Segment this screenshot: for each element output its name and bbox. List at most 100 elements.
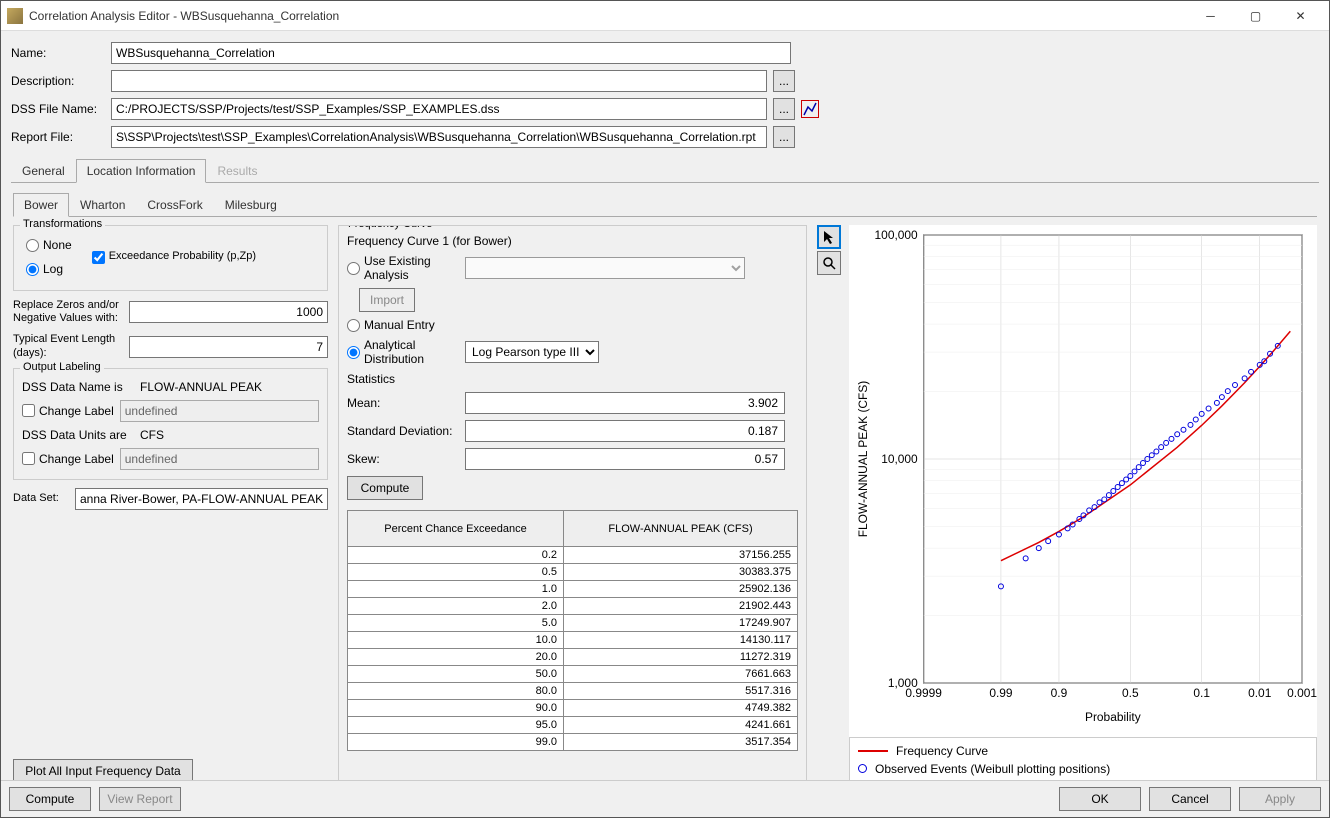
skew-label: Skew: [347, 452, 457, 466]
tab-milesburg[interactable]: Milesburg [214, 193, 288, 216]
col-pce: Percent Chance Exceedance [348, 511, 564, 547]
table-row[interactable]: 50.07661.663 [348, 666, 798, 683]
table-row[interactable]: 1.025902.136 [348, 581, 798, 598]
pointer-tool-button[interactable] [817, 225, 841, 249]
transformations-group: Transformations None Log Exceedance Prob… [13, 225, 328, 291]
radio-log[interactable]: Log [26, 262, 72, 276]
frequency-curve-group: Frequency Curve Frequency Curve 1 (for B… [338, 225, 807, 780]
maximize-button[interactable]: ▢ [1233, 2, 1278, 30]
compute-button[interactable]: Compute [9, 787, 91, 811]
data-set-label: Data Set: [13, 492, 69, 505]
mean-input[interactable] [465, 392, 785, 414]
change-label-name-input [120, 400, 319, 422]
std-label: Standard Deviation: [347, 424, 457, 438]
svg-text:100,000: 100,000 [875, 228, 919, 242]
report-browse-button[interactable]: ... [773, 126, 795, 148]
svg-text:Probability: Probability [1085, 710, 1141, 724]
check-exceedance[interactable]: Exceedance Probability (p,Zp) [92, 250, 256, 263]
change-label-units-check[interactable]: Change Label [22, 452, 114, 466]
freq-curve-subtitle: Frequency Curve 1 (for Bower) [347, 234, 798, 248]
dss-data-units-label: DSS Data Units are [22, 428, 134, 442]
statistics-label: Statistics [347, 372, 798, 386]
name-input[interactable] [111, 42, 791, 64]
bottom-bar: Compute View Report OK Cancel Apply [1, 780, 1329, 817]
import-button: Import [359, 288, 415, 312]
svg-text:10,000: 10,000 [881, 452, 918, 466]
existing-analysis-select [465, 257, 745, 279]
cancel-button[interactable]: Cancel [1149, 787, 1231, 811]
radio-analytical[interactable]: Analytical Distribution [347, 338, 457, 366]
typical-event-label: Typical Event Length (days): [13, 333, 123, 359]
output-labeling-group: Output Labeling DSS Data Name is FLOW-AN… [13, 368, 328, 480]
change-label-units-input [120, 448, 319, 470]
dss-browse-button[interactable]: ... [773, 98, 795, 120]
svg-text:1,000: 1,000 [888, 676, 918, 690]
name-label: Name: [11, 46, 105, 60]
description-label: Description: [11, 74, 105, 88]
replace-zeros-label: Replace Zeros and/or Negative Values wit… [13, 299, 123, 325]
compute-stats-button[interactable]: Compute [347, 476, 423, 500]
window-title: Correlation Analysis Editor - WBSusqueha… [29, 9, 1188, 23]
table-row[interactable]: 2.021902.443 [348, 598, 798, 615]
table-row[interactable]: 20.011272.319 [348, 649, 798, 666]
typical-event-input[interactable] [129, 336, 328, 358]
close-button[interactable]: ✕ [1278, 2, 1323, 30]
table-row[interactable]: 10.014130.117 [348, 632, 798, 649]
tab-wharton[interactable]: Wharton [69, 193, 136, 216]
replace-zeros-input[interactable] [129, 301, 328, 323]
description-more-button[interactable]: ... [773, 70, 795, 92]
plot-all-button[interactable]: Plot All Input Frequency Data [13, 759, 193, 780]
table-row[interactable]: 99.03517.354 [348, 734, 798, 751]
report-file-input[interactable] [111, 126, 767, 148]
data-set-input[interactable] [75, 488, 328, 510]
svg-text:0.99: 0.99 [989, 686, 1013, 700]
apply-button: Apply [1239, 787, 1321, 811]
minimize-button[interactable]: ─ [1188, 2, 1233, 30]
table-row[interactable]: 5.017249.907 [348, 615, 798, 632]
main-tabs: General Location Information Results [11, 159, 1319, 183]
app-icon [7, 8, 23, 24]
svg-text:0.9: 0.9 [1051, 686, 1068, 700]
view-report-button: View Report [99, 787, 181, 811]
app-window: Correlation Analysis Editor - WBSusqueha… [0, 0, 1330, 818]
report-file-label: Report File: [11, 130, 105, 144]
svg-text:0.5: 0.5 [1122, 686, 1139, 700]
svg-text:FLOW-ANNUAL PEAK (CFS): FLOW-ANNUAL PEAK (CFS) [856, 381, 870, 538]
tab-location-information[interactable]: Location Information [76, 159, 207, 183]
std-input[interactable] [465, 420, 785, 442]
svg-text:0.001: 0.001 [1287, 686, 1317, 700]
freq-table: Percent Chance Exceedance FLOW-ANNUAL PE… [347, 510, 798, 751]
legend-circle-icon [858, 764, 867, 773]
mean-label: Mean: [347, 396, 457, 410]
tab-general[interactable]: General [11, 159, 76, 182]
ok-button[interactable]: OK [1059, 787, 1141, 811]
table-row[interactable]: 0.530383.375 [348, 564, 798, 581]
tab-crossfork[interactable]: CrossFork [136, 193, 213, 216]
tab-bower[interactable]: Bower [13, 193, 69, 217]
dss-file-label: DSS File Name: [11, 102, 105, 116]
frequency-chart: 0.99990.990.90.50.10.010.001100,00010,00… [849, 225, 1317, 733]
table-row[interactable]: 0.237156.255 [348, 547, 798, 564]
change-label-name-check[interactable]: Change Label [22, 404, 114, 418]
zoom-tool-button[interactable] [817, 251, 841, 275]
tab-results: Results [206, 159, 268, 182]
radio-use-existing[interactable]: Use Existing Analysis [347, 254, 457, 282]
distribution-select[interactable]: Log Pearson type III [465, 341, 599, 363]
legend-line-icon [858, 750, 888, 752]
table-row[interactable]: 90.04749.382 [348, 700, 798, 717]
table-row[interactable]: 95.04241.661 [348, 717, 798, 734]
radio-manual-entry[interactable]: Manual Entry [347, 318, 798, 332]
skew-input[interactable] [465, 448, 785, 470]
sub-tabs: Bower Wharton CrossFork Milesburg [13, 193, 1317, 217]
chart-legend: Frequency Curve Observed Events (Weibull… [849, 737, 1317, 780]
description-input[interactable] [111, 70, 767, 92]
radio-none[interactable]: None [26, 238, 72, 252]
svg-text:0.01: 0.01 [1248, 686, 1272, 700]
chart-area: 0.99990.990.90.50.10.010.001100,00010,00… [849, 225, 1317, 780]
dss-chart-icon[interactable] [801, 100, 819, 118]
dss-file-input[interactable] [111, 98, 767, 120]
svg-text:0.1: 0.1 [1193, 686, 1210, 700]
table-row[interactable]: 80.05517.316 [348, 683, 798, 700]
dss-data-name-label: DSS Data Name is [22, 380, 134, 394]
titlebar[interactable]: Correlation Analysis Editor - WBSusqueha… [1, 1, 1329, 31]
